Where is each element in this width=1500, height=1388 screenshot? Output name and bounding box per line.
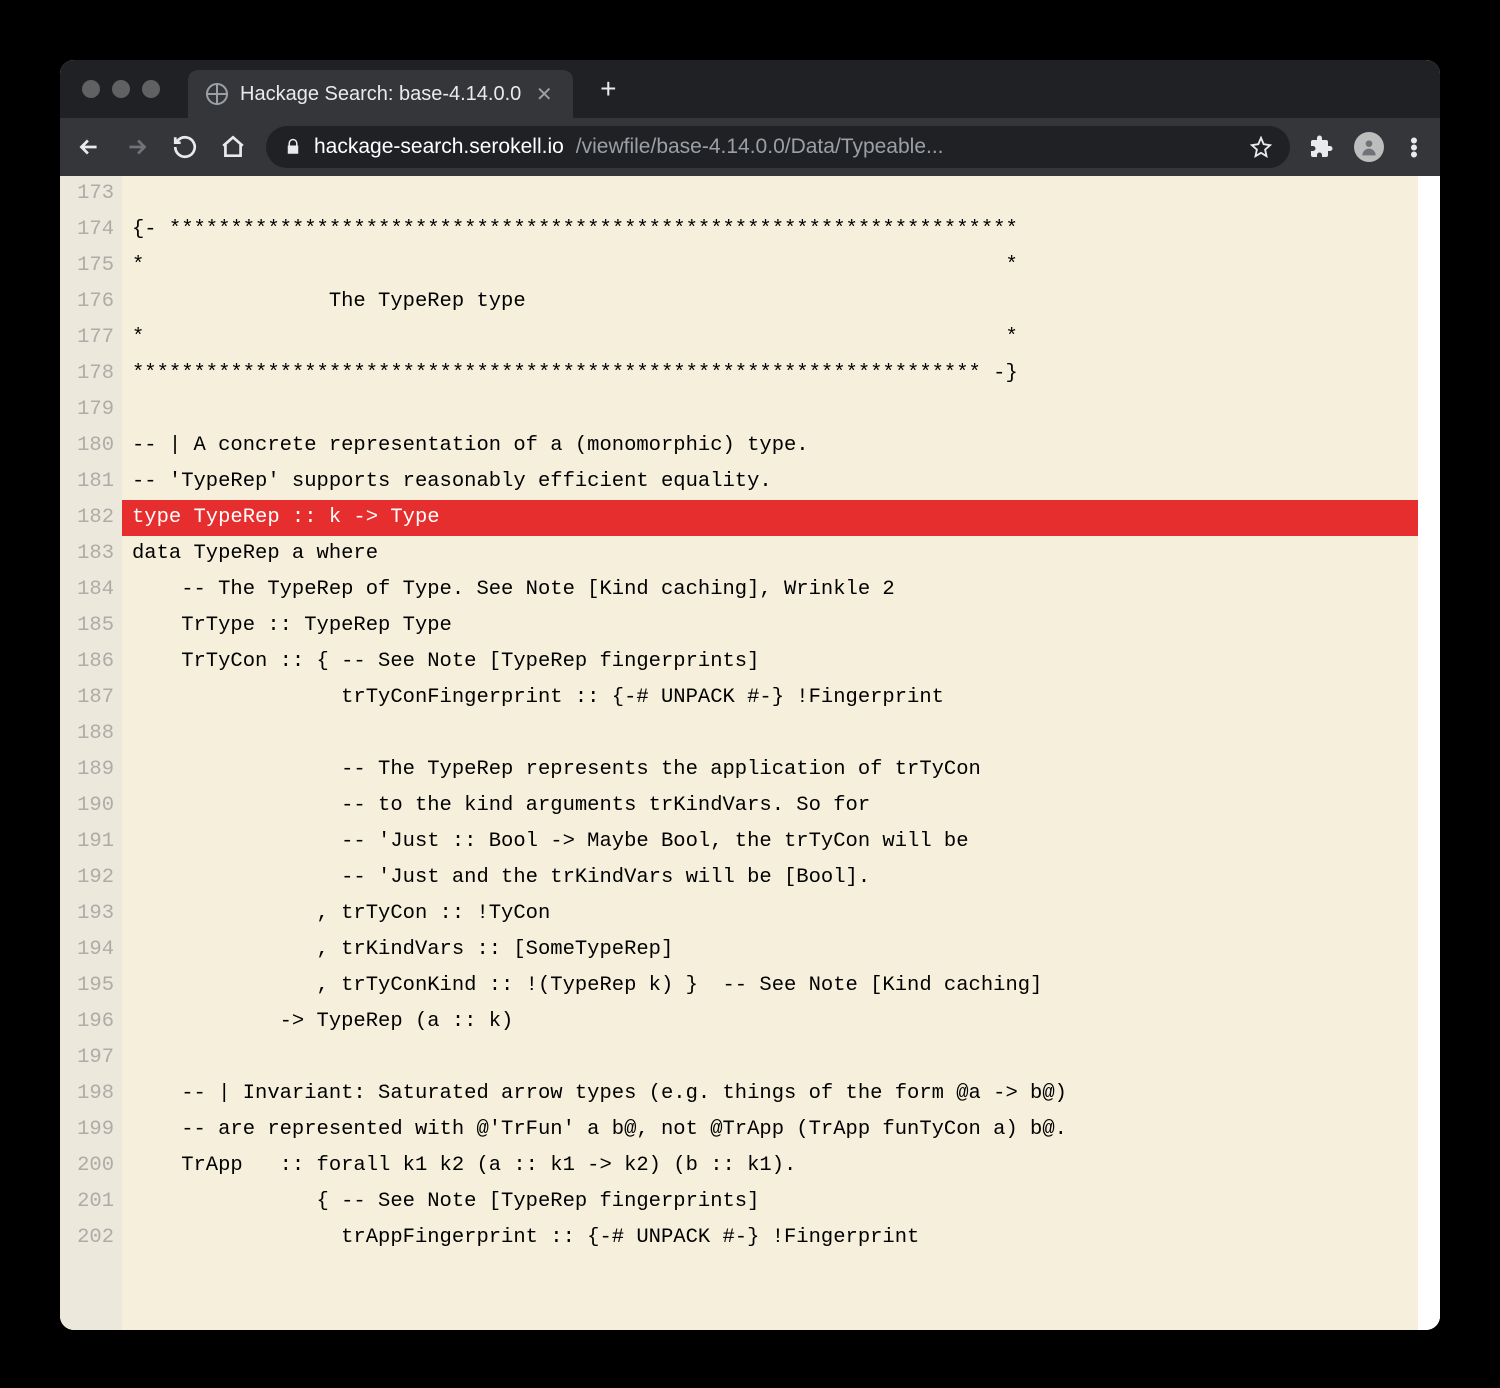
line-number: 190	[68, 788, 114, 824]
line-number: 174	[68, 212, 114, 248]
line-number: 189	[68, 752, 114, 788]
code-line[interactable]: -- 'TypeRep' supports reasonably efficie…	[122, 464, 1440, 500]
code-line[interactable]: -- The TypeRep of Type. See Note [Kind c…	[122, 572, 1440, 608]
window-maximize-button[interactable]	[142, 80, 160, 98]
code-line[interactable]: , trKindVars :: [SomeTypeRep]	[122, 932, 1440, 968]
tab-close-button[interactable]: ✕	[533, 82, 555, 107]
code-line[interactable]: -- | A concrete representation of a (mon…	[122, 428, 1440, 464]
code-area[interactable]: {- *************************************…	[122, 176, 1440, 1330]
line-number: 202	[68, 1220, 114, 1256]
code-line[interactable]: TrTyCon :: { -- See Note [TypeRep finger…	[122, 644, 1440, 680]
line-number: 197	[68, 1040, 114, 1076]
code-line[interactable]: -- to the kind arguments trKindVars. So …	[122, 788, 1440, 824]
code-line[interactable]: -> TypeRep (a :: k)	[122, 1004, 1440, 1040]
code-line[interactable]: * *	[122, 248, 1440, 284]
code-line[interactable]: ****************************************…	[122, 356, 1440, 392]
code-line[interactable]: -- | Invariant: Saturated arrow types (e…	[122, 1076, 1440, 1112]
code-line[interactable]: type TypeRep :: k -> Type	[122, 500, 1440, 536]
line-number: 198	[68, 1076, 114, 1112]
address-bar[interactable]: hackage-search.serokell.io/viewfile/base…	[266, 126, 1290, 168]
code-line[interactable]: -- The TypeRep represents the applicatio…	[122, 752, 1440, 788]
line-number: 184	[68, 572, 114, 608]
line-number: 187	[68, 680, 114, 716]
line-number: 196	[68, 1004, 114, 1040]
code-line[interactable]: trTyConFingerprint :: {-# UNPACK #-} !Fi…	[122, 680, 1440, 716]
url-path: /viewfile/base-4.14.0.0/Data/Typeable...	[576, 135, 1238, 159]
globe-icon	[206, 83, 228, 105]
code-line[interactable]	[122, 176, 1440, 212]
home-button[interactable]	[218, 134, 248, 160]
profile-avatar[interactable]	[1354, 132, 1384, 162]
line-number: 188	[68, 716, 114, 752]
code-line[interactable]	[122, 1040, 1440, 1076]
line-number: 192	[68, 860, 114, 896]
browser-window: Hackage Search: base-4.14.0.0 ✕ + hackag…	[60, 60, 1440, 1330]
line-number: 194	[68, 932, 114, 968]
lock-icon	[284, 138, 302, 156]
line-number: 200	[68, 1148, 114, 1184]
line-number: 173	[68, 176, 114, 212]
code-line[interactable]	[122, 392, 1440, 428]
line-number: 181	[68, 464, 114, 500]
window-minimize-button[interactable]	[112, 80, 130, 98]
browser-tab[interactable]: Hackage Search: base-4.14.0.0 ✕	[188, 70, 573, 118]
browser-toolbar: hackage-search.serokell.io/viewfile/base…	[60, 118, 1440, 176]
code-line[interactable]: {- *************************************…	[122, 212, 1440, 248]
line-number: 195	[68, 968, 114, 1004]
source-viewer: 1731741751761771781791801811821831841851…	[60, 176, 1440, 1330]
line-number: 185	[68, 608, 114, 644]
code-line[interactable]: trAppFingerprint :: {-# UNPACK #-} !Fing…	[122, 1220, 1440, 1256]
window-controls	[82, 80, 160, 98]
back-button[interactable]	[74, 134, 104, 160]
code-line[interactable]: -- 'Just and the trKindVars will be [Boo…	[122, 860, 1440, 896]
line-number: 180	[68, 428, 114, 464]
code-line[interactable]: The TypeRep type	[122, 284, 1440, 320]
vertical-scrollbar[interactable]	[1418, 176, 1440, 1330]
browser-menu-button[interactable]: •••	[1402, 137, 1426, 158]
code-line[interactable]: data TypeRep a where	[122, 536, 1440, 572]
line-number: 191	[68, 824, 114, 860]
line-number: 201	[68, 1184, 114, 1220]
extensions-icon[interactable]	[1308, 135, 1336, 159]
window-close-button[interactable]	[82, 80, 100, 98]
code-line[interactable]: , trTyCon :: !TyCon	[122, 896, 1440, 932]
line-number: 186	[68, 644, 114, 680]
code-line[interactable]: , trTyConKind :: !(TypeRep k) } -- See N…	[122, 968, 1440, 1004]
code-line[interactable]: TrType :: TypeRep Type	[122, 608, 1440, 644]
code-line[interactable]: TrApp :: forall k1 k2 (a :: k1 -> k2) (b…	[122, 1148, 1440, 1184]
line-number: 177	[68, 320, 114, 356]
code-line[interactable]: -- 'Just :: Bool -> Maybe Bool, the trTy…	[122, 824, 1440, 860]
line-number: 178	[68, 356, 114, 392]
reload-button[interactable]	[170, 134, 200, 160]
line-number-gutter: 1731741751761771781791801811821831841851…	[60, 176, 122, 1330]
line-number: 199	[68, 1112, 114, 1148]
url-host: hackage-search.serokell.io	[314, 135, 564, 159]
code-line[interactable]	[122, 716, 1440, 752]
tab-title: Hackage Search: base-4.14.0.0	[240, 83, 521, 106]
line-number: 183	[68, 536, 114, 572]
tab-strip: Hackage Search: base-4.14.0.0 ✕ +	[60, 60, 1440, 118]
code-line[interactable]: * *	[122, 320, 1440, 356]
line-number: 193	[68, 896, 114, 932]
line-number: 179	[68, 392, 114, 428]
line-number: 176	[68, 284, 114, 320]
line-number: 182	[68, 500, 114, 536]
code-line[interactable]: -- are represented with @'TrFun' a b@, n…	[122, 1112, 1440, 1148]
forward-button[interactable]	[122, 134, 152, 160]
code-line[interactable]: { -- See Note [TypeRep fingerprints]	[122, 1184, 1440, 1220]
line-number: 175	[68, 248, 114, 284]
new-tab-button[interactable]: +	[593, 73, 623, 105]
bookmark-star-icon[interactable]	[1250, 136, 1272, 158]
